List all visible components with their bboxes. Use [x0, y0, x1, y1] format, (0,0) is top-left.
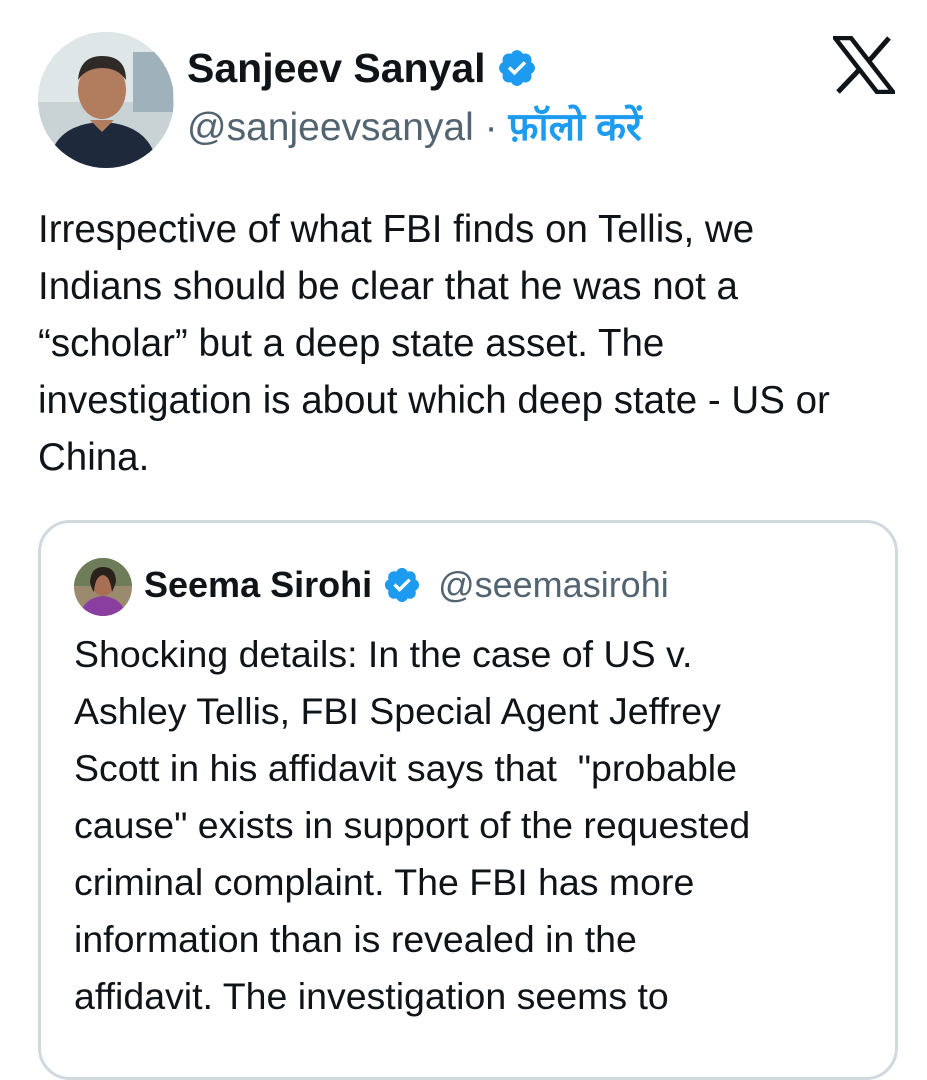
author-handle[interactable]: @sanjeevsanyal [187, 106, 474, 149]
author-name-row[interactable]: Sanjeev Sanyal [187, 42, 538, 94]
quoted-header: Seema Sirohi @seemasirohi [144, 561, 669, 609]
verified-badge-icon [385, 567, 420, 603]
separator-dot: · [473, 106, 509, 149]
handle-row: @sanjeevsanyal · फ़ॉलो करें [187, 102, 642, 154]
quoted-tweet[interactable]: Seema Sirohi @seemasirohi Shocking detai… [38, 520, 898, 1080]
quoted-author-handle[interactable]: @seemasirohi [438, 561, 669, 609]
verified-badge-icon [498, 50, 535, 86]
quoted-tweet-text: Shocking details: In the case of US v. A… [74, 633, 751, 1017]
x-logo-icon[interactable] [833, 36, 895, 94]
tweet-text: Irrespective of what FBI finds on Tellis… [38, 208, 830, 479]
author-name[interactable]: Sanjeev Sanyal [187, 42, 486, 94]
quoted-author-avatar[interactable] [74, 558, 132, 616]
author-avatar[interactable] [38, 32, 174, 168]
quoted-author-name[interactable]: Seema Sirohi [144, 561, 372, 609]
follow-button[interactable]: फ़ॉलो करें [508, 106, 641, 149]
